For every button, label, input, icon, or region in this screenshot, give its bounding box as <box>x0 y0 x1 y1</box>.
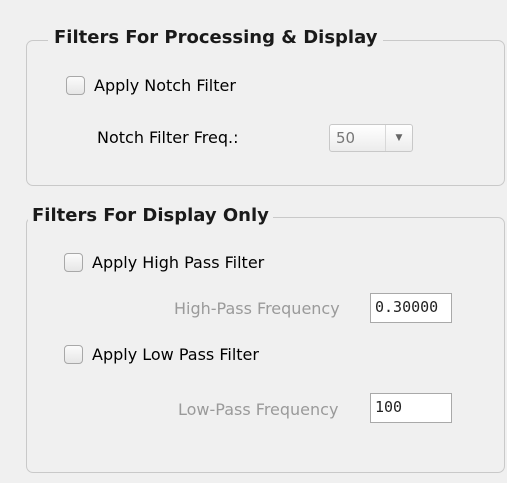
low-pass-frequency-label: Low-Pass Frequency <box>178 400 339 419</box>
high-pass-checkbox-box[interactable] <box>64 253 83 272</box>
notch-filter-freq-label: Notch Filter Freq.: <box>97 128 239 147</box>
apply-high-pass-filter-checkbox[interactable]: Apply High Pass Filter <box>64 253 264 272</box>
apply-notch-filter-checkbox[interactable]: Apply Notch Filter <box>66 76 236 95</box>
notch-filter-freq-dropdown[interactable]: 50 ▼ <box>329 124 413 152</box>
apply-low-pass-filter-label: Apply Low Pass Filter <box>92 345 259 364</box>
processing-filters-group-title: Filters For Processing & Display <box>48 27 384 49</box>
processing-filters-group <box>26 40 505 186</box>
high-pass-frequency-input[interactable]: 0.30000 <box>370 293 452 323</box>
low-pass-checkbox-box[interactable] <box>64 345 83 364</box>
notch-filter-freq-value: 50 <box>336 129 356 147</box>
apply-high-pass-filter-label: Apply High Pass Filter <box>92 253 265 272</box>
display-filters-group-title: Filters For Display Only <box>28 205 273 227</box>
low-pass-frequency-input[interactable]: 100 <box>370 393 452 423</box>
apply-notch-filter-label: Apply Notch Filter <box>94 76 236 95</box>
chevron-down-icon[interactable]: ▼ <box>385 125 412 151</box>
high-pass-frequency-label: High-Pass Frequency <box>174 299 340 318</box>
notch-checkbox-box[interactable] <box>66 76 85 95</box>
apply-low-pass-filter-checkbox[interactable]: Apply Low Pass Filter <box>64 345 259 364</box>
